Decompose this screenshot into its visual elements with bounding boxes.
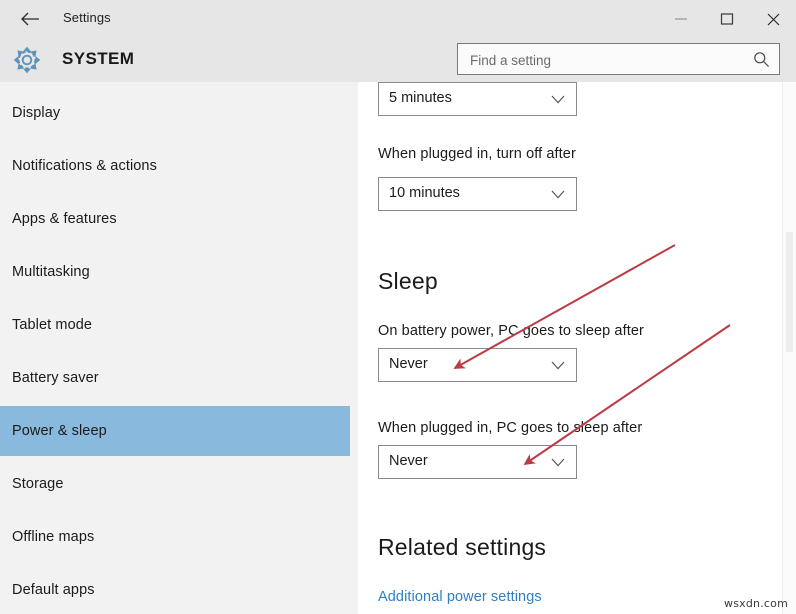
sidebar-item-label: Notifications & actions [12,158,157,174]
chevron-down-icon [551,361,565,370]
window-title: Settings [63,10,111,25]
dropdown-value: 10 minutes [389,185,460,201]
sidebar-item-apps-features[interactable]: Apps & features [0,194,350,244]
content-scrollbar-thumb[interactable] [786,232,793,352]
sidebar-item-label: Tablet mode [12,317,93,333]
search-box[interactable] [457,43,780,76]
plugged-sleep-dropdown[interactable]: Never [378,445,577,479]
sidebar-item-label: Default apps [12,582,95,598]
screen-turnoff-plugged-dropdown[interactable]: 10 minutes [378,177,577,211]
sidebar-item-battery-saver[interactable]: Battery saver [0,353,350,403]
screen-turnoff-battery-dropdown[interactable]: 5 minutes [378,82,577,116]
sidebar-nav: Display Notifications & actions Apps & f… [0,82,358,614]
maximize-button[interactable] [704,0,750,38]
search-input[interactable] [468,44,742,76]
sidebar-item-label: Multitasking [12,264,90,280]
page-title: SYSTEM [62,49,135,68]
sidebar-item-label: Storage [12,476,64,492]
sidebar-item-label: Offline maps [12,529,95,545]
settings-content-pane: 5 minutes When plugged in, turn off afte… [358,82,796,614]
chevron-down-icon [551,458,565,467]
sidebar-item-storage[interactable]: Storage [0,459,350,509]
sidebar-item-default-apps[interactable]: Default apps [0,565,350,614]
settings-window: Settings SYSTEM Find a setting Display N… [0,0,796,614]
page-header: SYSTEM [0,38,796,82]
sidebar-item-label: Display [12,105,61,121]
close-button[interactable] [750,0,796,38]
window-controls [658,0,796,38]
back-arrow-icon [21,12,39,26]
sleep-section-heading: Sleep [378,268,438,294]
minimize-button[interactable] [658,0,704,38]
close-icon [767,13,779,25]
search-icon[interactable] [753,51,770,68]
chevron-down-icon [551,95,565,104]
gear-icon [12,45,42,75]
sidebar-item-multitasking[interactable]: Multitasking [0,247,350,297]
dropdown-value: Never [389,356,428,372]
dropdown-value: Never [389,453,428,469]
sidebar-item-offline-maps[interactable]: Offline maps [0,512,350,562]
related-settings-heading: Related settings [378,534,547,560]
watermark: wsxdn.com [724,597,788,610]
chevron-down-icon [551,190,565,199]
title-bar: Settings [0,0,796,38]
dropdown-value: 5 minutes [389,90,452,106]
maximize-icon [720,13,734,25]
sidebar-item-power-sleep[interactable]: Power & sleep [0,406,350,456]
sidebar-item-tablet-mode[interactable]: Tablet mode [0,300,350,350]
plugged-in-turn-off-label: When plugged in, turn off after [378,146,576,162]
battery-sleep-label: On battery power, PC goes to sleep after [378,323,644,339]
content-scrollbar-track[interactable] [782,82,796,614]
additional-power-settings-link[interactable]: Additional power settings [378,589,542,605]
sidebar-item-label: Apps & features [12,211,117,227]
sidebar-item-label: Battery saver [12,370,99,386]
plugged-sleep-label: When plugged in, PC goes to sleep after [378,420,643,436]
back-button[interactable] [8,0,52,38]
sidebar-item-notifications-actions[interactable]: Notifications & actions [0,141,350,191]
minimize-icon [675,18,687,20]
sidebar-item-label: Power & sleep [12,423,107,439]
sidebar-item-display[interactable]: Display [0,88,350,138]
battery-sleep-dropdown[interactable]: Never [378,348,577,382]
